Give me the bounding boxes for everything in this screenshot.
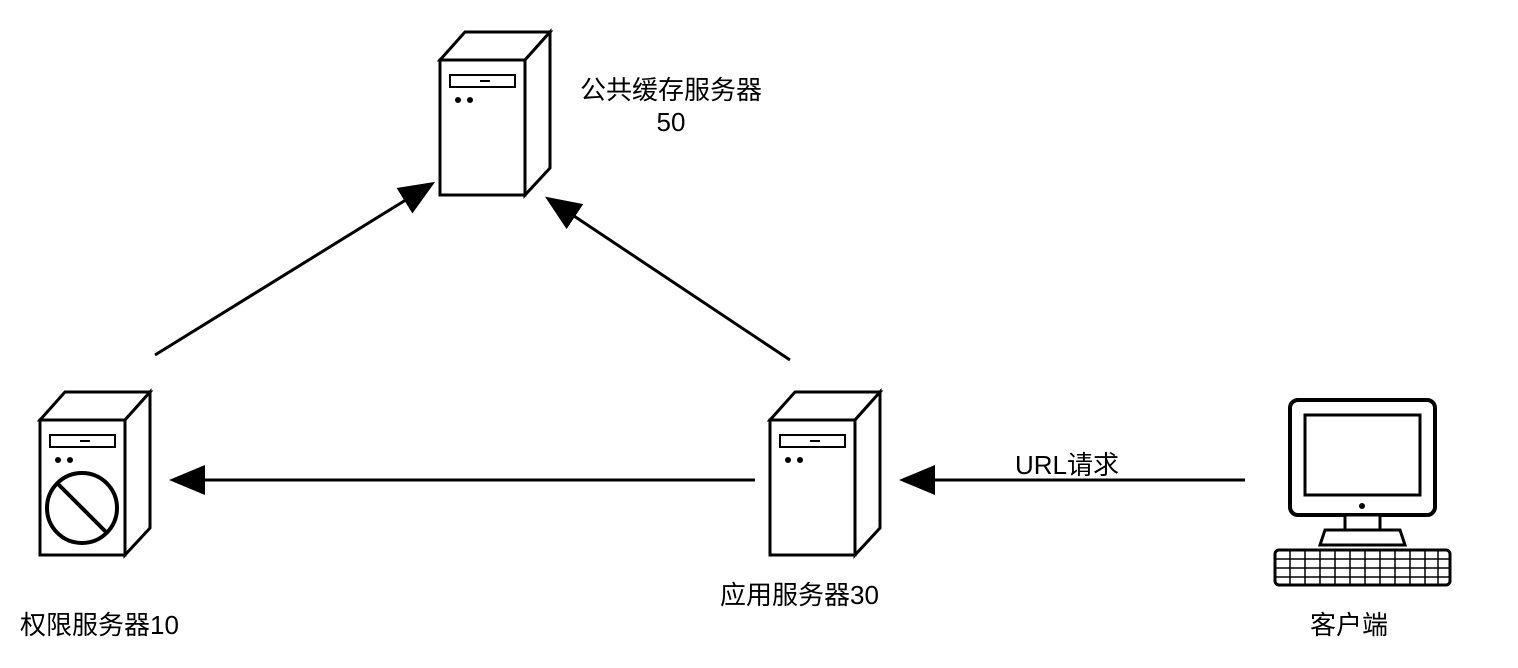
server-icon <box>430 20 560 200</box>
cache-server-label-group: 公共缓存服务器 50 <box>580 70 762 138</box>
app-server-label: 应用服务器30 <box>720 575 879 612</box>
permission-server-label: 权限服务器10 <box>20 605 179 642</box>
computer-icon <box>1260 390 1460 590</box>
cache-server-number: 50 <box>580 107 762 138</box>
cache-server-label: 公共缓存服务器 <box>580 70 762 107</box>
server-prohibit-icon <box>30 380 160 560</box>
url-request-label: URL请求 <box>1015 445 1119 482</box>
permission-server-node <box>30 380 160 567</box>
cache-server-node <box>430 20 560 207</box>
edge-app-to-cache <box>550 200 790 360</box>
edge-permission-to-cache <box>155 185 430 355</box>
client-label: 客户端 <box>1310 605 1388 642</box>
app-server-node <box>760 380 890 567</box>
server-icon <box>760 380 890 560</box>
client-node <box>1260 390 1460 597</box>
